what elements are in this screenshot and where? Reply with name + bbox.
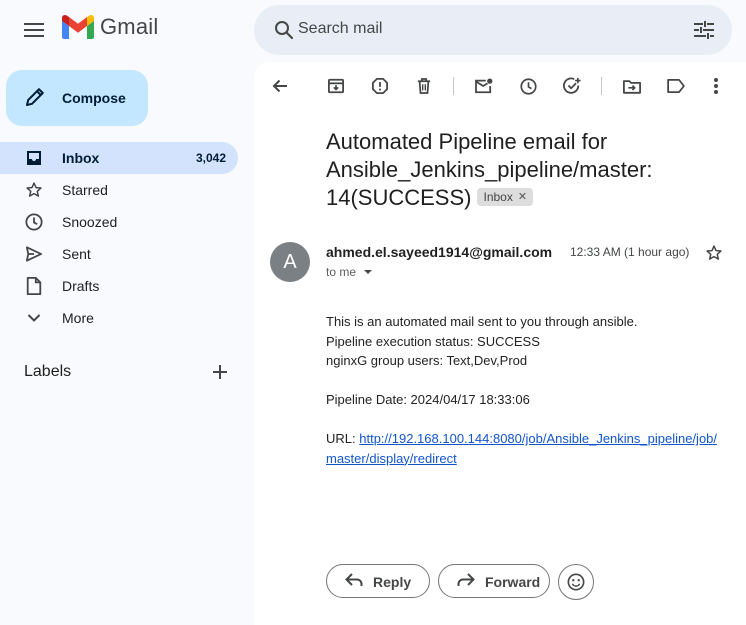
sidebar-item-label: More	[62, 310, 94, 326]
snooze-button[interactable]	[512, 72, 544, 100]
sidebar-item-label: Drafts	[62, 278, 100, 294]
sidebar-item-label: Inbox	[62, 150, 100, 166]
archive-button[interactable]	[320, 72, 352, 100]
move-to-button[interactable]	[616, 72, 648, 100]
mark-unread-icon	[475, 78, 493, 94]
star-message-button[interactable]	[702, 243, 726, 263]
labels-heading: Labels	[24, 363, 72, 380]
archive-icon	[328, 78, 344, 94]
sidebar-item-starred[interactable]: Starred	[0, 174, 238, 206]
recipient-details[interactable]: to me	[326, 265, 376, 279]
body-line: Pipeline execution status: SUCCESS	[326, 333, 540, 349]
recipient-text: to me	[326, 265, 357, 279]
body-line: Pipeline Date: 2024/04/17 18:33:06	[326, 392, 530, 407]
label-icon	[667, 79, 685, 93]
chip-label: Inbox	[483, 190, 513, 205]
remove-label-icon[interactable]: ✕	[518, 188, 527, 206]
move-to-icon	[623, 79, 641, 94]
toolbar-divider	[453, 77, 454, 95]
draft-icon	[24, 276, 44, 296]
url-label: URL:	[326, 431, 360, 446]
url-line: URL: http://192.168.100.144:8080/job/Ans…	[326, 429, 726, 468]
reply-label: Reply	[373, 574, 412, 590]
reply-icon	[345, 573, 363, 586]
report-spam-button[interactable]	[364, 72, 396, 100]
body-line: This is an automated mail sent to you th…	[326, 314, 638, 329]
message-panel: Automated Pipeline email for Ansible_Jen…	[254, 62, 746, 625]
sidebar-item-label: Sent	[62, 246, 91, 262]
pencil-icon	[26, 88, 44, 106]
back-icon	[272, 79, 287, 93]
unread-count: 3,042	[195, 151, 226, 165]
report-spam-icon	[372, 78, 388, 94]
sidebar-item-label: Snoozed	[62, 214, 118, 230]
compose-label: Compose	[62, 90, 126, 106]
gmail-m-icon	[62, 15, 94, 39]
compose-button[interactable]: Compose	[6, 70, 148, 126]
inbox-label-chip: Inbox ✕	[477, 188, 534, 207]
create-label-button[interactable]	[206, 358, 234, 386]
app-name: Gmail	[100, 14, 159, 39]
forward-button[interactable]: Forward	[438, 564, 550, 598]
sender-email[interactable]: ahmed.el.sayeed1914@gmail.com	[326, 244, 552, 260]
email-subject: Automated Pipeline email for Ansible_Jen…	[326, 128, 726, 212]
avatar-letter: A	[283, 250, 297, 273]
back-button[interactable]	[264, 72, 296, 100]
star-icon	[24, 180, 44, 200]
more-button[interactable]	[700, 72, 732, 100]
menu-icon	[24, 23, 44, 37]
delete-icon	[417, 78, 431, 94]
delete-button[interactable]	[408, 72, 440, 100]
toolbar-divider	[601, 77, 602, 95]
search-bar[interactable]: Search mail	[254, 5, 732, 55]
sidebar-item-snoozed[interactable]: Snoozed	[0, 206, 238, 238]
avatar[interactable]: A	[270, 242, 310, 282]
email-body: This is an automated mail sent to you th…	[326, 312, 726, 468]
search-options-icon[interactable]	[684, 10, 724, 50]
sidebar-item-inbox[interactable]: Inbox 3,042	[0, 142, 238, 174]
clock-icon	[24, 212, 44, 232]
search-input[interactable]: Search mail	[298, 20, 382, 38]
add-task-icon	[563, 77, 581, 94]
add-to-tasks-button[interactable]	[556, 72, 588, 100]
sidebar-item-more[interactable]: More	[0, 302, 238, 334]
inbox-icon	[24, 148, 44, 168]
chevron-down-icon	[24, 308, 44, 328]
star-icon	[706, 245, 722, 260]
forward-icon	[457, 573, 475, 586]
more-vert-icon	[714, 78, 718, 94]
mark-unread-button[interactable]	[468, 72, 500, 100]
main-menu-button[interactable]	[14, 10, 54, 50]
email-time: 12:33 AM (1 hour ago)	[570, 245, 690, 259]
gmail-logo[interactable]: Gmail	[62, 14, 158, 40]
emoji-reaction-button[interactable]	[558, 564, 594, 600]
sidebar-item-drafts[interactable]: Drafts	[0, 270, 238, 302]
reply-button[interactable]: Reply	[326, 564, 430, 598]
body-line: nginxG group users: Text,Dev,Prod	[326, 353, 528, 368]
plus-icon	[213, 365, 227, 379]
labels-button[interactable]	[660, 72, 692, 100]
send-icon	[24, 244, 44, 264]
pipeline-url-link[interactable]: http://192.168.100.144:8080/job/Ansible_…	[326, 431, 717, 466]
smiley-icon	[567, 573, 585, 591]
caret-down-icon	[364, 270, 373, 274]
forward-label: Forward	[485, 574, 541, 590]
sidebar-item-label: Starred	[62, 182, 108, 198]
sidebar-item-sent[interactable]: Sent	[0, 238, 238, 270]
snooze-icon	[519, 77, 537, 95]
sidebar-nav: Inbox 3,042 Starred Snoozed Sent Drafts …	[0, 142, 238, 334]
